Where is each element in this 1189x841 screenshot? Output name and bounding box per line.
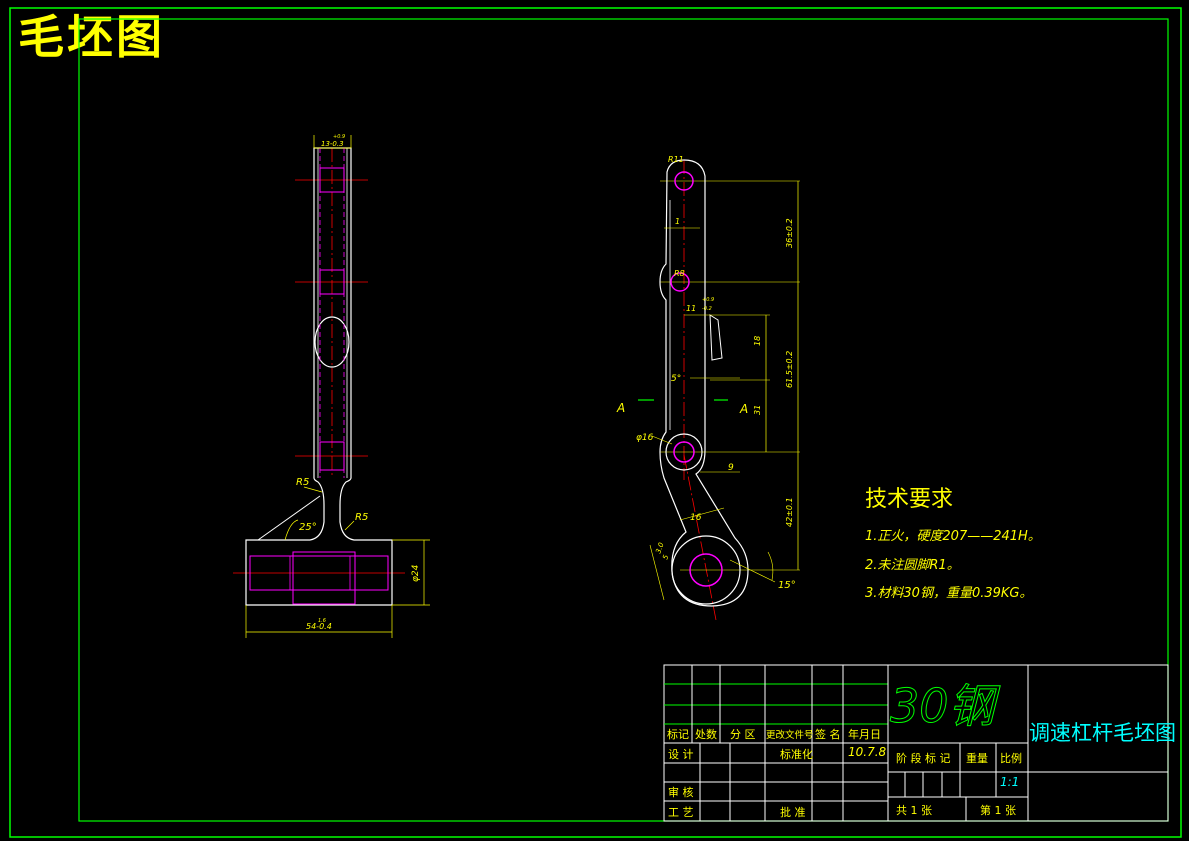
col-label-zone: 分 区: [730, 728, 756, 741]
section-a-left: A: [616, 401, 625, 415]
title-block-text: 30钢 调速杠杆毛坯图 标记 处数 分 区 更改文件号 签 名 年月日 设 计 …: [667, 679, 1176, 820]
inner-frame: [78, 18, 1169, 822]
dim-1-label: 1: [675, 217, 680, 226]
r11-label: R11: [668, 155, 684, 164]
standard-label: 标准化: [780, 747, 813, 761]
tech-req-heading: 技术要求: [865, 487, 953, 512]
angle-25-label: 25°: [299, 522, 317, 533]
section-a-right: A: [739, 402, 748, 416]
cad-drawing: 13-0.3 +0.9 R5 R5 25° φ24 54-0.4 1.6 36±…: [9, 7, 1182, 838]
angle-15-label: 15°: [778, 580, 796, 591]
design-label: 设 计: [668, 748, 694, 761]
stage-mark-label: 阶 段 标 记: [896, 751, 951, 765]
r5-right-label: R5: [355, 512, 368, 523]
review-label: 审 核: [668, 785, 694, 799]
dim-61: 61.5±0.2: [785, 351, 794, 388]
right-view: 36±0.2 61.5±0.2 42±0.1 18 31 R11 R8 1 11…: [616, 155, 800, 621]
dim-r-small: 3.0: [654, 541, 666, 555]
dim-top-tol: +0.9: [333, 134, 345, 140]
sheet-number: 第 1 张: [980, 803, 1016, 817]
total-sheets: 共 1 张: [896, 804, 932, 817]
col-label-sign: 签 名: [815, 727, 841, 741]
approve-label: 批 准: [780, 805, 806, 819]
dim-31: 31: [753, 405, 762, 415]
tech-req-item-1: 1.正火，硬度207——241H。: [865, 529, 1041, 544]
dia16-label: φ16: [636, 433, 654, 443]
dim-11-label: 11: [686, 304, 696, 313]
scale-label: 比例: [1000, 751, 1022, 765]
dim-top-left: 13-0.3: [321, 140, 344, 148]
tech-req-item-3: 3.材料30钢，重量0.39KG。: [865, 586, 1033, 601]
col-label-date: 年月日: [848, 727, 881, 741]
r8-label: R8: [674, 269, 685, 278]
dim-5-label: 5: [661, 553, 670, 560]
dim-42: 42±0.1: [785, 497, 794, 527]
process-label: 工 艺: [668, 806, 694, 819]
col-label-mark: 标记: [667, 727, 689, 741]
outer-frame: [9, 7, 1182, 838]
r5-left-label: R5: [296, 477, 309, 488]
tech-req-item-2: 2.未注圆脚R1。: [865, 558, 960, 573]
dim-18: 18: [753, 336, 762, 346]
drawing-name-label: 调速杠杆毛坯图: [1029, 721, 1176, 745]
dim-tol-label-2: -0.2: [702, 306, 712, 312]
scale-value: 1:1: [1000, 775, 1019, 789]
tech-requirements: 技术要求 1.正火，硬度207——241H。 2.未注圆脚R1。 3.材料30钢…: [865, 487, 1041, 601]
material-label: 30钢: [890, 679, 1001, 733]
dim-36: 36±0.2: [785, 218, 794, 248]
col-label-count: 处数: [695, 728, 717, 741]
dim-tol-label: +0.9: [702, 297, 714, 303]
left-view: 13-0.3 +0.9 R5 R5 25° φ24 54-0.4 1.6: [233, 134, 430, 638]
date-value: 10.7.8: [848, 745, 887, 759]
col-label-file: 更改文件号: [766, 729, 814, 741]
weight-label: 重量: [966, 751, 988, 765]
dim-bottom-tol: 1.6: [318, 618, 326, 624]
dim-16-label: 16: [690, 513, 702, 523]
dim-dia24: φ24: [411, 564, 421, 582]
dim-9-label: 9: [728, 463, 734, 473]
angle-5-label: 5°: [671, 374, 681, 384]
